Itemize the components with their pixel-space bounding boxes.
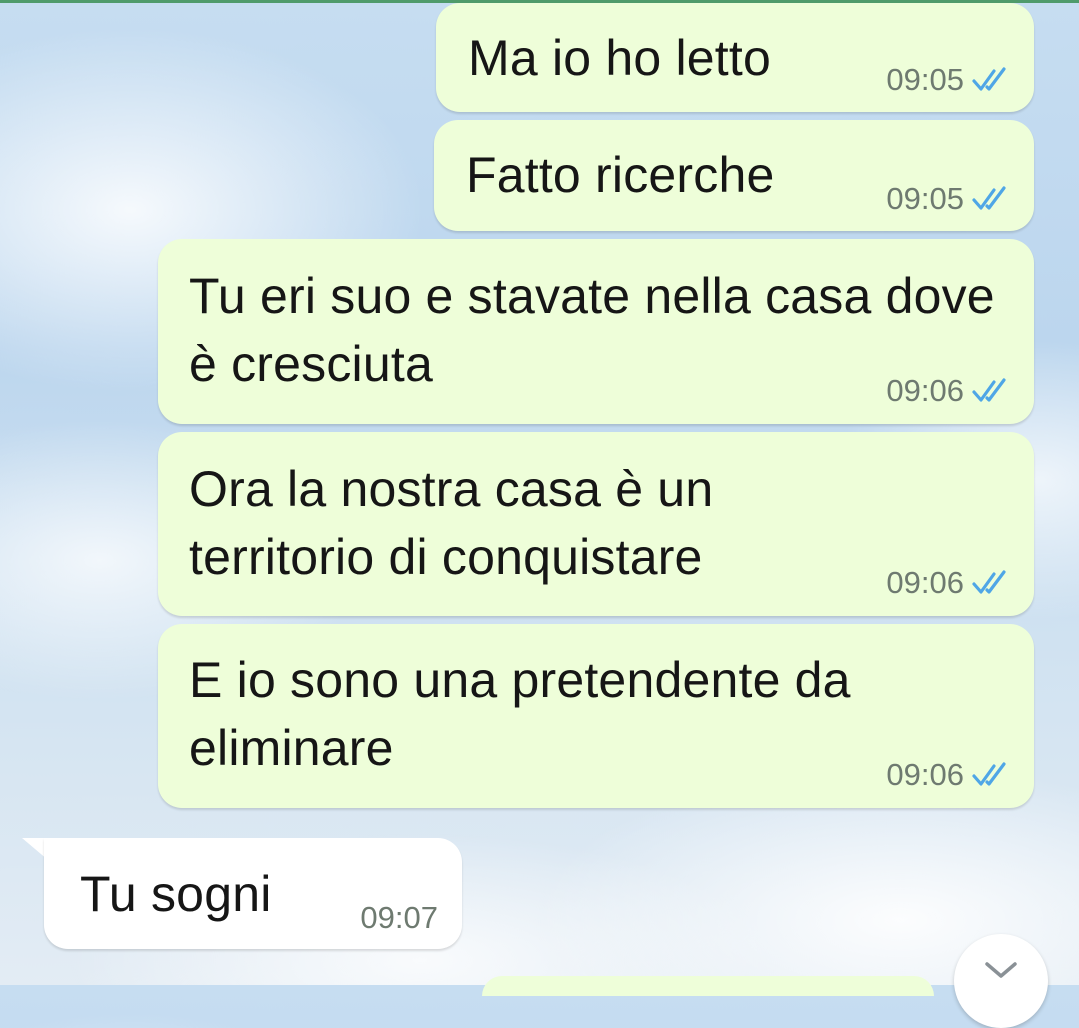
message-timestamp: 09:06	[886, 373, 964, 408]
double-check-icon	[972, 570, 1006, 594]
message-text: Tu sogni	[80, 866, 272, 922]
message-meta: 09:07	[360, 900, 438, 936]
message-bubble-outgoing[interactable]: E io sono una pretendente da eliminare 0…	[158, 624, 1034, 808]
message-text: Ora la nostra casa è un territorio di co…	[189, 461, 714, 585]
message-meta: 09:06	[886, 565, 1012, 601]
double-check-icon	[972, 67, 1006, 91]
message-meta: 09:06	[886, 373, 1012, 409]
message-text: Fatto ricerche	[466, 147, 775, 203]
scroll-to-bottom-button[interactable]	[954, 934, 1048, 1028]
message-timestamp: 09:06	[886, 757, 964, 792]
message-meta: 09:06	[886, 757, 1012, 793]
message-bubble-incoming[interactable]: Tu sogni 09:07	[44, 838, 462, 949]
message-timestamp: 09:05	[886, 62, 964, 97]
double-check-icon	[972, 186, 1006, 210]
message-bubble-outgoing[interactable]: Ora la nostra casa è un territorio di co…	[158, 432, 1034, 616]
double-check-icon	[972, 762, 1006, 786]
message-bubble-outgoing-partial[interactable]	[482, 976, 934, 996]
message-bubble-outgoing[interactable]: Ma io ho letto 09:05	[436, 3, 1034, 112]
message-timestamp: 09:05	[886, 181, 964, 216]
message-bubble-outgoing[interactable]: Tu eri suo e stavate nella casa dove è c…	[158, 239, 1034, 424]
message-bubble-outgoing[interactable]: Fatto ricerche 09:05	[434, 120, 1034, 231]
message-text: Ma io ho letto	[468, 30, 771, 86]
message-timestamp: 09:06	[886, 565, 964, 600]
double-check-icon	[972, 378, 1006, 402]
chevron-down-icon	[985, 962, 1017, 978]
message-meta: 09:05	[886, 181, 1012, 217]
message-timestamp: 09:07	[360, 900, 438, 935]
message-meta: 09:05	[886, 62, 1012, 98]
